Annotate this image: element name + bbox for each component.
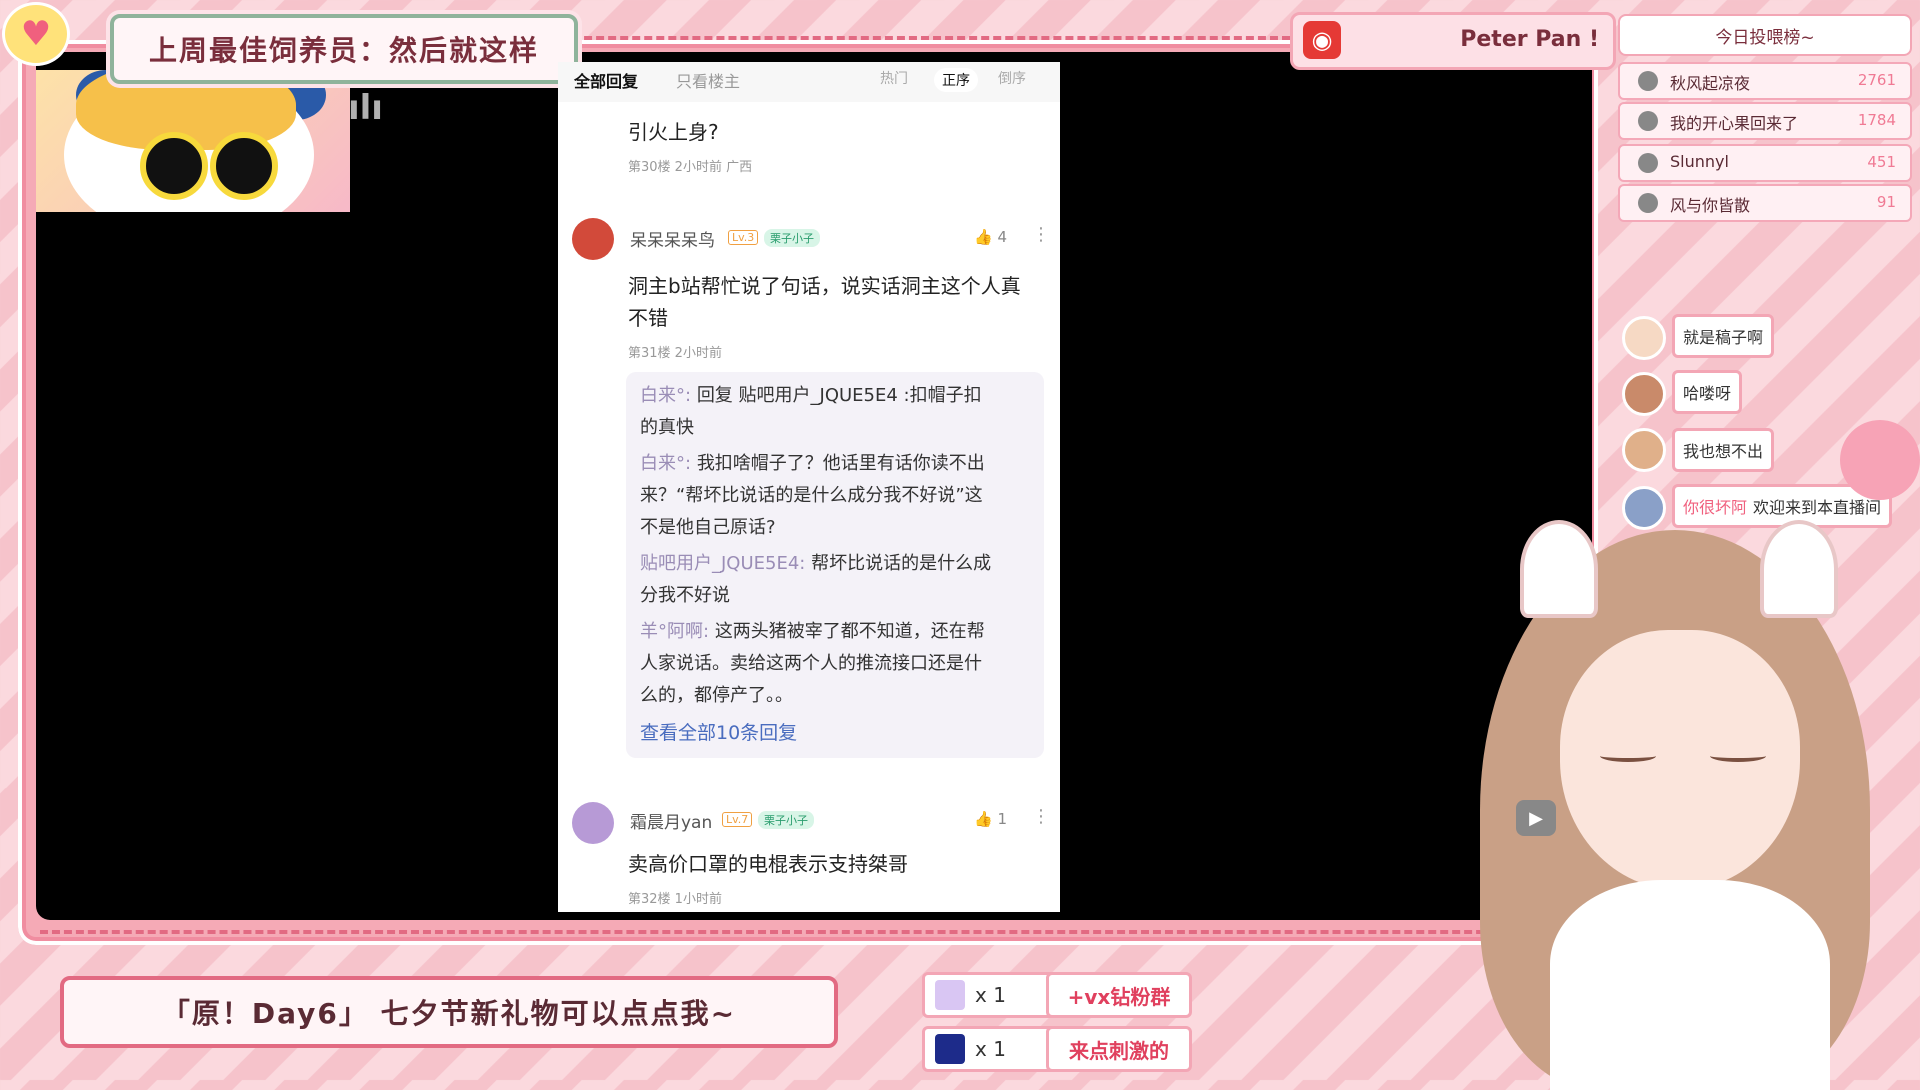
username[interactable]: 呆呆呆呆鸟 — [630, 226, 715, 251]
post-text: 洞主b站帮忙说了句话，说实话洞主这个人真 不错 — [628, 270, 1021, 334]
song-title: Peter Pan ! — [1460, 27, 1599, 52]
like-button[interactable]: 👍 4 — [974, 228, 1007, 246]
reply-author: 白来°: — [640, 385, 692, 406]
level-badge: Lv.3 — [728, 230, 759, 245]
post-meta: 第32楼 1小时前 — [628, 892, 722, 907]
post-text: 卖高价口罩的电棍表示支持桀哥 — [628, 852, 908, 876]
bottom-banner: 「原！Day6」 七夕节新礼物可以点点我~ — [60, 976, 838, 1048]
play-icon[interactable]: ▶ — [1516, 800, 1556, 836]
post-text: 引火上身? — [628, 120, 719, 144]
mascot-image — [36, 70, 350, 212]
post-meta: 第30楼 2小时前 广西 — [628, 160, 753, 175]
rank-row: 风与你皆散 91 — [1618, 184, 1912, 222]
reply-tabs-bar: 全部回复 只看楼主 热门 正序 倒序 — [558, 62, 1060, 102]
sort-hot[interactable]: 热门 — [880, 68, 908, 88]
title-banner: 上周最佳饲养员：然后就这样 — [110, 14, 578, 84]
fan-badge: 栗子小子 — [758, 811, 814, 829]
reply-item: 羊°阿啊: 这两头猪被宰了都不知道，还在帮 人家说话。卖给这两个人的推流接口还是什… — [640, 621, 985, 706]
sort-order[interactable]: 正序 — [934, 68, 978, 92]
thumbs-up-icon: 👍 — [974, 228, 993, 246]
reply-author: 贴吧用户_JQUE5E4: — [640, 553, 806, 574]
chat-avatar — [1622, 372, 1666, 416]
gift-label: 来点刺激的 — [1046, 1026, 1192, 1072]
tab-host-only[interactable]: 只看楼主 — [676, 68, 740, 92]
avatar[interactable] — [572, 802, 614, 844]
gift-item: x 1 — [922, 972, 1058, 1018]
chat-avatar — [1622, 316, 1666, 360]
rank-title: 今日投喂榜~ — [1618, 14, 1912, 56]
chat-avatar — [1622, 428, 1666, 472]
avatar — [1638, 153, 1658, 173]
chat-message: 就是稿子啊 — [1672, 314, 1775, 358]
music-player: ◉ Peter Pan ! — [1290, 12, 1616, 70]
avatar[interactable] — [572, 218, 614, 260]
sort-reverse[interactable]: 倒序 — [998, 68, 1026, 88]
forum-screenshot: 全部回复 只看楼主 热门 正序 倒序 引火上身? 第30楼 2小时前 广西 呆呆… — [558, 62, 1060, 912]
heart-decoration-icon — [1840, 420, 1920, 500]
rank-row: 秋风起凉夜 2761 — [1618, 62, 1912, 100]
more-options-icon[interactable]: ⋮ — [1032, 224, 1050, 245]
reply-item: 白来°: 回复 贴吧用户_JQUE5E4 :扣帽子扣 的真快 — [640, 385, 982, 438]
avatar — [1638, 111, 1658, 131]
avatar — [1638, 193, 1658, 213]
more-options-icon[interactable]: ⋮ — [1032, 806, 1050, 827]
heart-badge-icon: ♥ — [2, 2, 70, 66]
post-text-line: 不错 — [628, 306, 668, 330]
reply-author: 羊°阿啊: — [640, 621, 710, 642]
reply-author: 白来°: — [640, 453, 692, 474]
like-button[interactable]: 👍 1 — [974, 810, 1007, 828]
fan-badge: 栗子小子 — [764, 229, 820, 247]
vtuber-avatar — [1440, 500, 1920, 1090]
username[interactable]: 霜晨月yan — [630, 808, 712, 833]
dashed-divider-top — [560, 36, 1290, 40]
gift-rank-panel: 今日投喂榜~ 秋风起凉夜 2761 我的开心果回来了 1784 Slunnyl 451… — [1618, 14, 1912, 228]
avatar — [1638, 71, 1658, 91]
bilibili-watermark-icon: ılı — [348, 88, 383, 128]
rank-row: Slunnyl 451 — [1618, 144, 1912, 182]
chat-message: 哈喽呀 — [1672, 370, 1743, 414]
gift-icon — [935, 980, 965, 1010]
thumbs-up-icon: 👍 — [974, 810, 993, 828]
dashed-divider-bottom — [40, 930, 1520, 934]
netease-music-icon: ◉ — [1303, 21, 1341, 59]
gift-label: +vx钻粉群 — [1046, 972, 1192, 1018]
tab-all-replies[interactable]: 全部回复 — [574, 68, 638, 92]
reply-box: 白来°: 回复 贴吧用户_JQUE5E4 :扣帽子扣 的真快 白来°: 我扣啥帽子… — [626, 372, 1044, 758]
reply-item: 白来°: 我扣啥帽子了？他话里有话你读不出 来？“帮坏比说话的是什么成分我不好说”… — [640, 453, 985, 538]
post-meta: 第31楼 2小时前 — [628, 346, 722, 361]
level-badge: Lv.7 — [722, 812, 753, 827]
gift-icon — [935, 1034, 965, 1064]
reply-item: 贴吧用户_JQUE5E4: 帮坏比说话的是什么成 分我不好说 — [640, 553, 992, 606]
chat-message: 我也想不出 — [1672, 428, 1775, 472]
like-count: 4 — [997, 228, 1008, 246]
like-count: 1 — [997, 810, 1008, 828]
rank-row: 我的开心果回来了 1784 — [1618, 102, 1912, 140]
view-all-replies-link[interactable]: 查看全部10条回复 — [640, 718, 797, 745]
gift-item: x 1 — [922, 1026, 1058, 1072]
post-text-line: 洞主b站帮忙说了句话，说实话洞主这个人真 — [628, 274, 1021, 298]
